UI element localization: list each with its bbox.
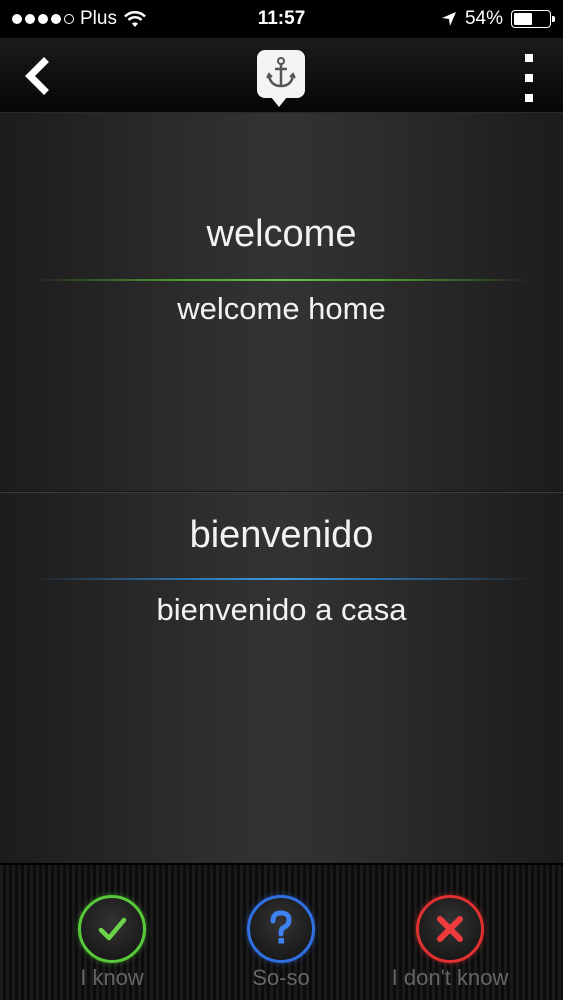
source-phrase: welcome home (177, 291, 386, 326)
target-phrase: bienvenido a casa (156, 592, 407, 627)
i-dont-know-label: I don't know (391, 965, 509, 990)
anchor-icon (266, 57, 296, 88)
battery-icon (511, 10, 555, 28)
signal-strength-icon (12, 14, 74, 24)
navigation-bar (0, 38, 563, 113)
status-left: Plus (12, 8, 147, 30)
vertical-more-icon (525, 54, 533, 62)
answer-toolbar: I know So-so I don't know (0, 863, 563, 1000)
target-word: bienvenido (189, 514, 374, 556)
flashcard-area: welcome welcome home bienvenido bienveni… (0, 113, 563, 863)
chevron-left-icon (25, 57, 49, 95)
source-word: welcome (206, 213, 357, 255)
question-circle (247, 895, 315, 963)
wifi-icon (124, 11, 146, 27)
question-icon (270, 910, 292, 944)
location-arrow-icon (441, 12, 456, 26)
check-icon (98, 917, 127, 941)
source-card[interactable]: welcome welcome home (0, 113, 563, 491)
x-icon (437, 916, 463, 942)
battery-percent: 54% (464, 8, 503, 29)
back-button[interactable] (18, 56, 58, 96)
status-bar: Plus 11:57 54% (0, 0, 563, 38)
anchor-speech-bubble-icon (257, 50, 305, 107)
check-circle (78, 895, 146, 963)
status-right: 54% (441, 8, 555, 30)
i-know-button[interactable]: I know (22, 895, 202, 995)
so-so-label: So-so (252, 965, 310, 990)
carrier-name: Plus (80, 8, 117, 29)
i-dont-know-button[interactable]: I don't know (360, 895, 540, 995)
more-options-button[interactable] (521, 50, 537, 106)
x-circle (416, 895, 484, 963)
battery-level (514, 13, 533, 25)
i-know-label: I know (80, 965, 144, 990)
so-so-button[interactable]: So-so (191, 895, 371, 995)
target-divider (30, 578, 533, 580)
target-card[interactable]: bienvenido bienvenido a casa (0, 491, 563, 863)
source-divider (30, 279, 533, 281)
